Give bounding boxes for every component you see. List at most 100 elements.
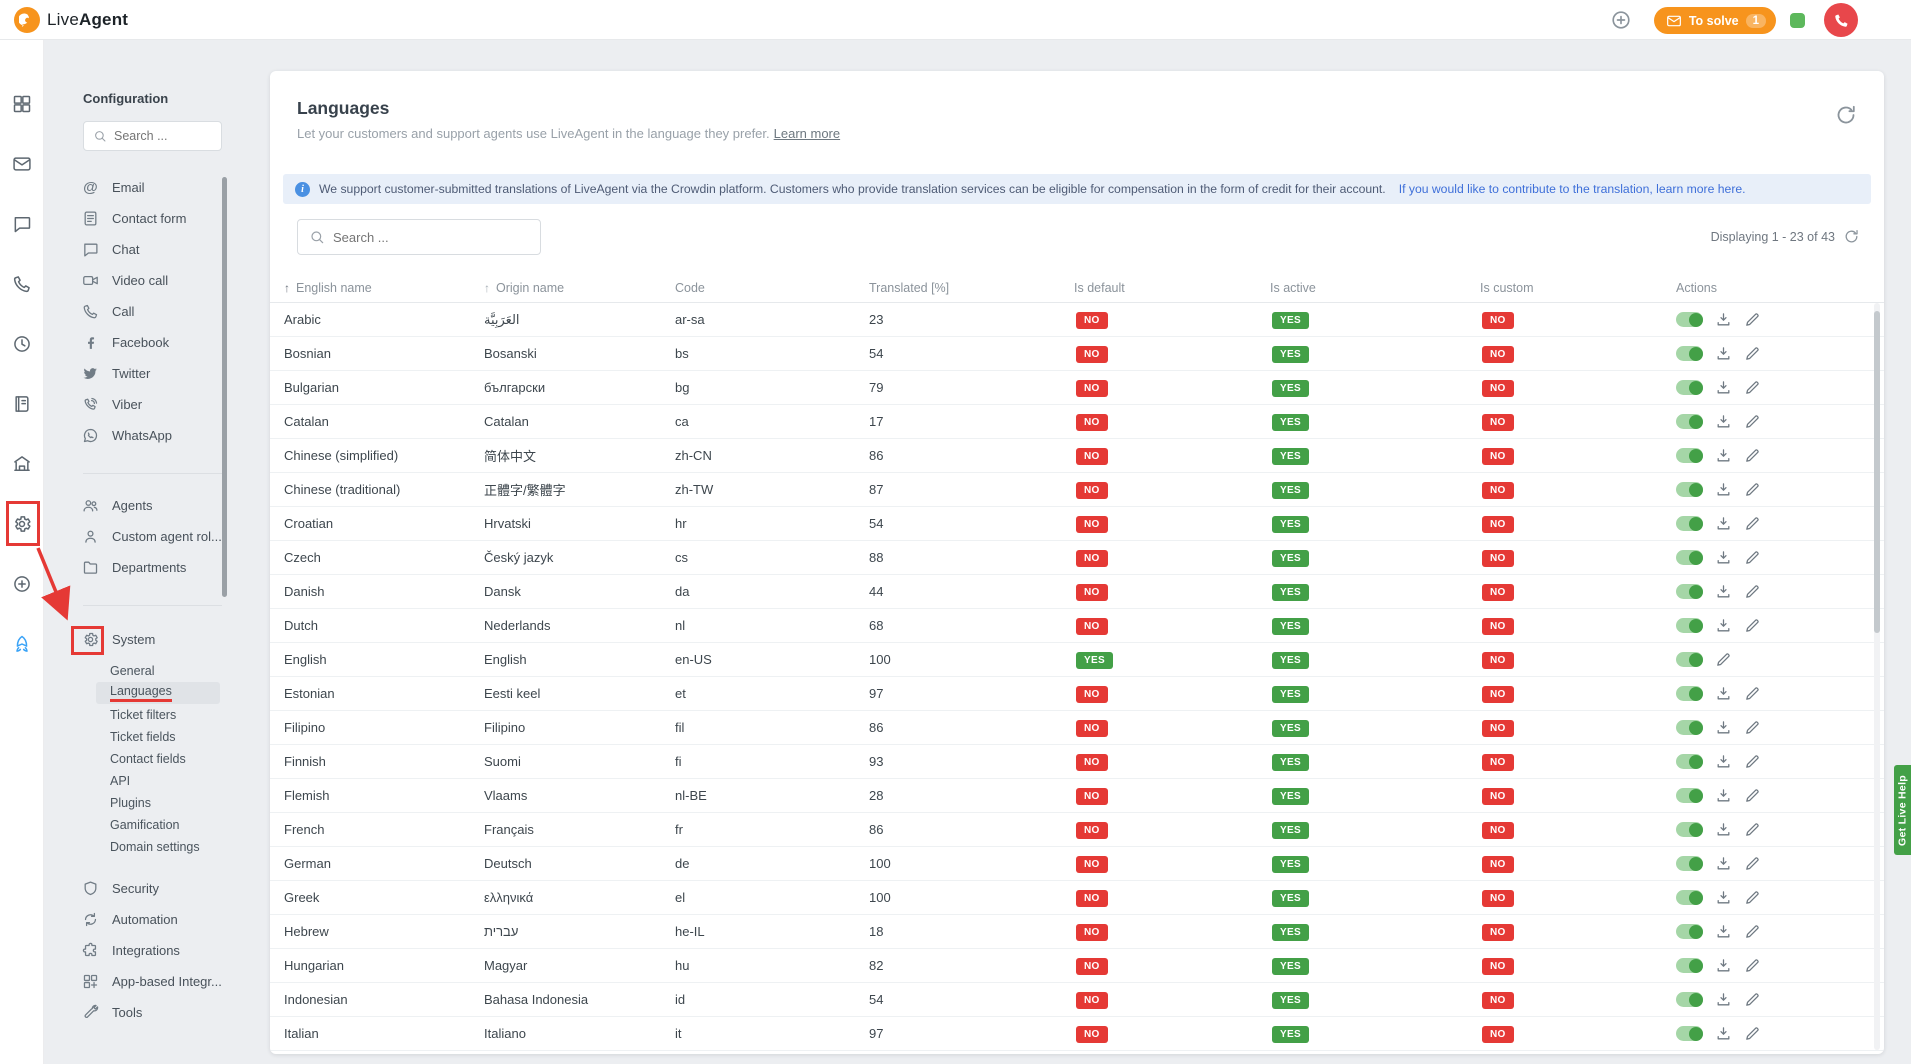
download-translation-icon[interactable] [1715, 923, 1732, 940]
edit-language-icon[interactable] [1744, 855, 1761, 872]
edit-language-icon[interactable] [1744, 515, 1761, 532]
language-active-toggle[interactable] [1676, 822, 1703, 837]
rail-item-chats[interactable] [0, 194, 43, 254]
table-scrollbar[interactable] [1874, 311, 1880, 633]
language-active-toggle[interactable] [1676, 788, 1703, 803]
sidebar-item-agents[interactable]: Agents [44, 490, 234, 521]
download-translation-icon[interactable] [1715, 481, 1732, 498]
language-active-toggle[interactable] [1676, 856, 1703, 871]
table-search-input[interactable] [333, 230, 529, 245]
download-translation-icon[interactable] [1715, 957, 1732, 974]
language-active-toggle[interactable] [1676, 346, 1703, 361]
sidebar-item-tools[interactable]: Tools [44, 997, 234, 1028]
edit-language-icon[interactable] [1744, 379, 1761, 396]
language-active-toggle[interactable] [1676, 414, 1703, 429]
download-translation-icon[interactable] [1715, 345, 1732, 362]
rail-item-getting-started[interactable] [0, 614, 43, 674]
sidebar-item-facebook[interactable]: Facebook [44, 327, 234, 358]
language-active-toggle[interactable] [1676, 312, 1703, 327]
edit-language-icon[interactable] [1744, 481, 1761, 498]
edit-language-icon[interactable] [1744, 719, 1761, 736]
edit-language-icon[interactable] [1744, 889, 1761, 906]
edit-language-icon[interactable] [1744, 787, 1761, 804]
language-active-toggle[interactable] [1676, 482, 1703, 497]
download-translation-icon[interactable] [1715, 311, 1732, 328]
sidebar-item-custom-agent-rol[interactable]: Custom agent rol... [44, 521, 234, 552]
sidebar-subitem-general[interactable]: General [44, 660, 234, 682]
table-search[interactable] [297, 219, 541, 255]
download-translation-icon[interactable] [1715, 379, 1732, 396]
sidebar-item-email[interactable]: @Email [44, 172, 234, 203]
refresh-list-icon[interactable] [1843, 228, 1860, 245]
download-translation-icon[interactable] [1715, 889, 1732, 906]
column-header-origin-name[interactable]: ↑Origin name [484, 281, 675, 295]
sidebar-scrollbar[interactable] [222, 177, 227, 597]
sidebar-subitem-ticket-filters[interactable]: Ticket filters [44, 704, 234, 726]
edit-language-icon[interactable] [1744, 923, 1761, 940]
sidebar-subitem-languages[interactable]: Languages [96, 682, 220, 704]
sidebar-subitem-ticket-fields[interactable]: Ticket fields [44, 726, 234, 748]
language-active-toggle[interactable] [1676, 618, 1703, 633]
language-active-toggle[interactable] [1676, 890, 1703, 905]
edit-language-icon[interactable] [1744, 413, 1761, 430]
sidebar-item-whatsapp[interactable]: WhatsApp [44, 420, 234, 451]
banner-translation-link[interactable]: If you would like to contribute to the t… [1399, 182, 1746, 196]
language-active-toggle[interactable] [1676, 380, 1703, 395]
sidebar-item-viber[interactable]: Viber [44, 389, 234, 420]
agent-status-indicator[interactable] [1790, 13, 1805, 28]
sidebar-item-contact-form[interactable]: Contact form [44, 203, 234, 234]
sidebar-search-input[interactable] [114, 129, 212, 143]
column-header-english-name[interactable]: ↑English name [284, 281, 484, 295]
sidebar-subitem-domain-settings[interactable]: Domain settings [44, 836, 234, 858]
download-translation-icon[interactable] [1715, 855, 1732, 872]
rail-item-contacts[interactable] [0, 374, 43, 434]
sidebar-item-departments[interactable]: Departments [44, 552, 234, 583]
edit-language-icon[interactable] [1744, 583, 1761, 600]
add-new-icon[interactable] [1610, 9, 1632, 31]
sidebar-item-automation[interactable]: Automation [44, 904, 234, 935]
sidebar-search[interactable] [83, 121, 222, 151]
edit-language-icon[interactable] [1744, 957, 1761, 974]
language-active-toggle[interactable] [1676, 516, 1703, 531]
edit-language-icon[interactable] [1744, 753, 1761, 770]
language-active-toggle[interactable] [1676, 754, 1703, 769]
download-translation-icon[interactable] [1715, 719, 1732, 736]
sidebar-item-chat[interactable]: Chat [44, 234, 234, 265]
download-translation-icon[interactable] [1715, 787, 1732, 804]
language-active-toggle[interactable] [1676, 652, 1703, 667]
sidebar-item-twitter[interactable]: Twitter [44, 358, 234, 389]
edit-language-icon[interactable] [1744, 549, 1761, 566]
rail-item-configuration[interactable] [0, 494, 43, 554]
download-translation-icon[interactable] [1715, 583, 1732, 600]
download-translation-icon[interactable] [1715, 753, 1732, 770]
edit-language-icon[interactable] [1744, 617, 1761, 634]
language-active-toggle[interactable] [1676, 584, 1703, 599]
rail-item-calls[interactable] [0, 254, 43, 314]
edit-language-icon[interactable] [1744, 311, 1761, 328]
learn-more-link[interactable]: Learn more [774, 126, 840, 141]
language-active-toggle[interactable] [1676, 720, 1703, 735]
sidebar-item-call[interactable]: Call [44, 296, 234, 327]
edit-language-icon[interactable] [1744, 447, 1761, 464]
call-status-button[interactable] [1824, 3, 1858, 37]
rail-item-marketplace[interactable] [0, 554, 43, 614]
language-active-toggle[interactable] [1676, 958, 1703, 973]
edit-language-icon[interactable] [1744, 821, 1761, 838]
rail-item-tickets[interactable] [0, 134, 43, 194]
sidebar-item-app-based-integr[interactable]: App-based Integr... [44, 966, 234, 997]
download-translation-icon[interactable] [1715, 413, 1732, 430]
edit-language-icon[interactable] [1744, 1025, 1761, 1042]
download-translation-icon[interactable] [1715, 991, 1732, 1008]
rail-item-history[interactable] [0, 314, 43, 374]
to-solve-button[interactable]: To solve 1 [1654, 7, 1776, 34]
language-active-toggle[interactable] [1676, 550, 1703, 565]
sidebar-subitem-gamification[interactable]: Gamification [44, 814, 234, 836]
sidebar-item-system[interactable]: System [44, 624, 234, 655]
edit-language-icon[interactable] [1715, 651, 1732, 668]
sidebar-item-security[interactable]: Security [44, 873, 234, 904]
download-translation-icon[interactable] [1715, 617, 1732, 634]
download-translation-icon[interactable] [1715, 685, 1732, 702]
download-translation-icon[interactable] [1715, 821, 1732, 838]
get-live-help-tab[interactable]: Get Live Help [1894, 765, 1911, 855]
rail-item-billing[interactable] [0, 434, 43, 494]
